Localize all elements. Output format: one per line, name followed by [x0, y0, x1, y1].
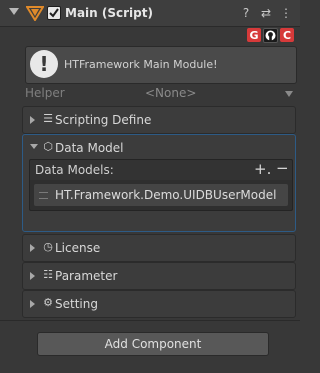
list-item[interactable]: HT.Framework.Demo.UIDBUserModel	[34, 184, 288, 206]
section-label: Scripting Define	[55, 113, 152, 127]
section-label: License	[55, 241, 101, 255]
csdn-badge[interactable]: C	[280, 28, 294, 42]
dropdown-arrow-icon	[285, 91, 293, 97]
gear-icon: ⚙	[43, 296, 53, 309]
drag-handle-icon[interactable]	[39, 192, 48, 199]
remove-item-button[interactable]: −	[276, 160, 289, 176]
clock-icon: ◷	[43, 240, 53, 253]
collapsed-arrow-icon	[30, 300, 35, 308]
help-icon[interactable]: ?	[240, 6, 252, 20]
section-data-model[interactable]: ⬡ Data Model Data Models: +. − HT.Framew…	[22, 134, 296, 232]
section-scripting-define[interactable]: ☰ Scripting Define	[22, 106, 296, 134]
component-title: Main (Script)	[65, 6, 153, 20]
helper-label: Helper	[25, 86, 65, 100]
add-component-button[interactable]: Add Component	[37, 332, 269, 356]
enable-checkbox[interactable]	[47, 6, 61, 20]
github-icon	[265, 30, 276, 41]
link-badges: G C	[247, 28, 294, 43]
helper-dropdown[interactable]: <None>	[145, 86, 295, 102]
github-badge[interactable]	[263, 28, 278, 43]
bullet-list-icon: ☷	[43, 268, 53, 281]
info-icon: !	[30, 50, 58, 78]
list-icon: ☰	[43, 112, 53, 125]
section-parameter[interactable]: ☷ Parameter	[22, 262, 296, 290]
script-icon	[26, 6, 44, 21]
collapsed-arrow-icon	[30, 272, 35, 280]
preset-icon[interactable]: ⇄	[260, 6, 272, 20]
expanded-arrow-icon[interactable]	[30, 144, 38, 149]
component-header[interactable]: Main (Script) ? ⇄ ⋮	[0, 0, 300, 27]
check-icon	[49, 8, 59, 18]
foldout-arrow-icon[interactable]	[9, 8, 19, 15]
collapsed-arrow-icon	[30, 244, 35, 252]
data-models-list-header: Data Models: +. −	[29, 159, 293, 181]
data-models-list: HT.Framework.Demo.UIDBUserModel	[29, 180, 293, 211]
data-models-label: Data Models:	[35, 163, 114, 177]
collapsed-arrow-icon	[30, 116, 35, 124]
more-icon[interactable]: ⋮	[280, 6, 292, 20]
section-label: Setting	[55, 297, 98, 311]
info-message: HTFramework Main Module!	[64, 58, 218, 71]
section-license[interactable]: ◷ License	[22, 234, 296, 262]
add-item-button[interactable]: +.	[254, 161, 271, 177]
helper-dropdown-value: <None>	[145, 86, 197, 100]
divider	[0, 320, 300, 321]
section-setting[interactable]: ⚙ Setting	[22, 290, 296, 318]
cube-icon: ⬡	[43, 140, 53, 153]
list-item-value: HT.Framework.Demo.UIDBUserModel	[55, 188, 277, 202]
section-label: Parameter	[55, 269, 118, 283]
gitee-badge[interactable]: G	[247, 28, 261, 42]
info-help-box: ! HTFramework Main Module!	[25, 46, 297, 84]
section-label: Data Model	[55, 141, 124, 155]
